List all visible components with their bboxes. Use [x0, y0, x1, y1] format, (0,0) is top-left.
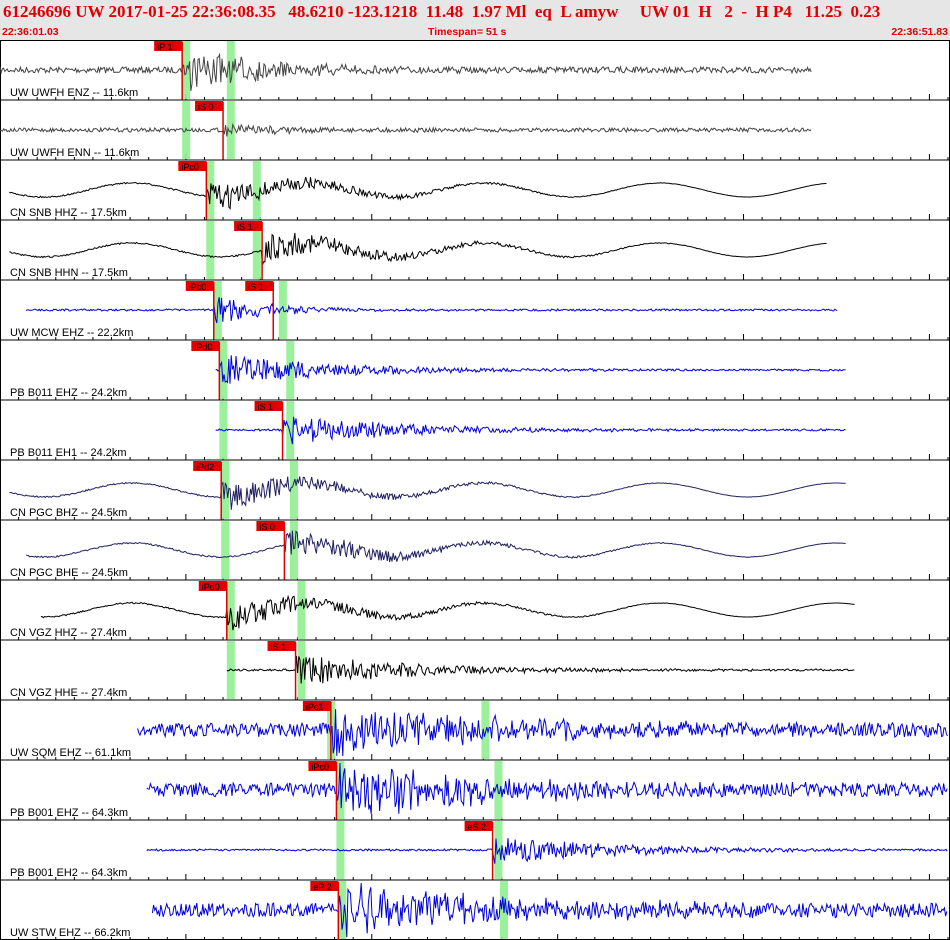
pick-label: iPd0: [194, 342, 212, 352]
pick-label: iS 0: [198, 102, 214, 112]
waveform-trace: [146, 762, 948, 814]
start-time: 22:36:01.03: [2, 26, 59, 38]
waveform-trace: [0, 122, 812, 137]
waveform-trace: [215, 355, 846, 384]
station-label: CN PGC BHZ -- 24.5km: [10, 507, 127, 519]
station-label: UW MCW EHZ -- 22.2km: [10, 327, 133, 339]
pick-window: [289, 461, 298, 519]
station-label: PB B011 EH1 -- 24.2km: [10, 447, 127, 459]
event-header: 61246696 UW 2017-01-25 22:36:08.35 48.62…: [0, 0, 950, 40]
pick-label: iPc0: [311, 762, 329, 772]
station-label: UW STW EHZ -- 66.2km: [10, 927, 130, 939]
pick-label: iS 1: [248, 282, 264, 292]
event-summary-title: 61246696 UW 2017-01-25 22:36:08.35 48.62…: [3, 2, 881, 21]
station-label: UW UWFH ENZ -- 11.6km: [10, 87, 138, 99]
station-label: CN VGZ HHE -- 27.4km: [10, 687, 127, 699]
waveform-trace: [137, 709, 948, 757]
station-label: UW UWFH ENN -- 11.6km: [10, 147, 139, 159]
station-label: PB B001 EH2 -- 64.3km: [10, 867, 127, 879]
waveform-trace: [0, 52, 812, 91]
station-label: CN SNB HHN -- 17.5km: [10, 267, 128, 279]
waveform-trace: [25, 530, 846, 563]
pick-label: iS 0: [259, 522, 275, 532]
pick-label: eS 2: [468, 822, 487, 832]
waveform-trace: [9, 476, 846, 510]
waveform-trace: [40, 594, 855, 631]
pick-label: iPc0: [181, 162, 199, 172]
pick-label: iPc0: [189, 282, 207, 292]
station-label: UW SQM EHZ -- 61.1km: [10, 747, 131, 759]
waveform-trace: [151, 882, 948, 938]
station-label: PB B011 EHZ -- 24.2km: [10, 387, 127, 399]
timespan-label: Timespan= 51 s: [428, 26, 507, 38]
pick-label: iPc1: [306, 702, 324, 712]
end-time: 22:36:51.83: [891, 26, 948, 38]
waveform-trace: [9, 232, 827, 265]
pick-window: [206, 221, 215, 279]
station-label: PB B001 EHZ -- 64.3km: [10, 807, 128, 819]
pick-label: iPd0: [202, 582, 220, 592]
pick-window: [221, 521, 230, 579]
pick-label: iS 1: [271, 642, 287, 652]
pick-label: iS 1: [258, 402, 274, 412]
waveform-trace: [226, 655, 855, 684]
plot-frame: [0, 40, 950, 940]
station-label: CN VGZ HHZ -- 27.4km: [10, 627, 127, 639]
pick-window: [286, 341, 295, 399]
waveform-trace: [25, 297, 838, 324]
pick-label: iPd2: [196, 462, 214, 472]
pick-window: [219, 341, 228, 399]
pick-label: eP 2: [313, 882, 331, 892]
pick-label: iS 1: [237, 222, 253, 232]
waveform-trace: [215, 416, 846, 445]
waveform-trace: [9, 176, 827, 210]
station-label: CN PGC BHE -- 24.5km: [10, 567, 128, 579]
seismogram-panel[interactable]: iP 1 UW UWFH ENZ -- 11.6km iS 0 UW UWFH ENN…: [0, 40, 950, 940]
pick-label: iP 1: [157, 42, 172, 52]
pick-window: [297, 581, 306, 639]
station-label: CN SNB HHZ -- 17.5km: [10, 207, 127, 219]
waveform-trace: [146, 838, 948, 864]
pick-window: [226, 641, 235, 699]
